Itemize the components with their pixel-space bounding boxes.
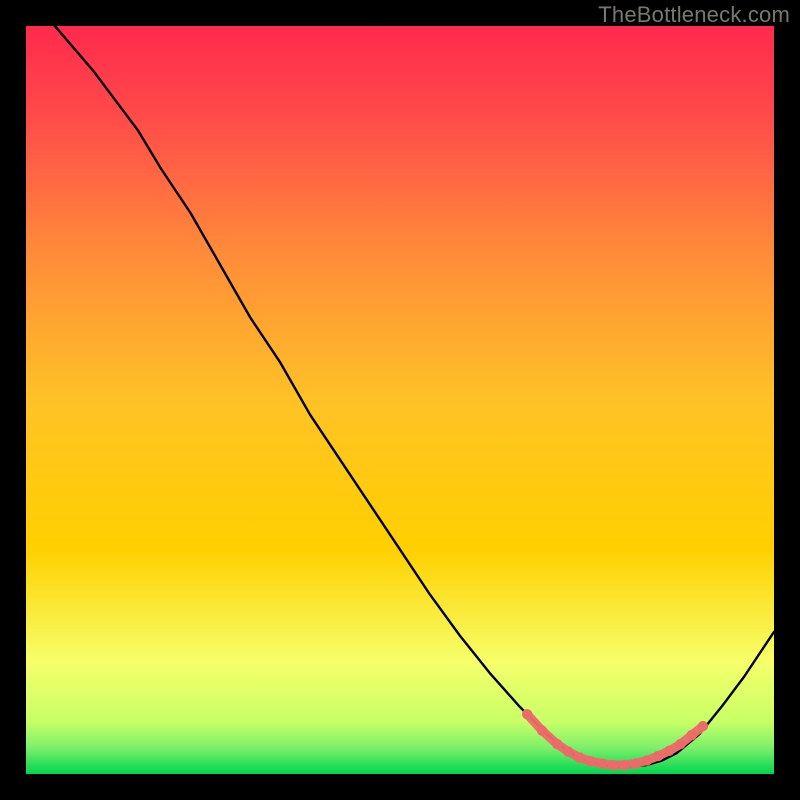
optimal-marker-dot xyxy=(642,755,652,765)
optimal-marker-dot xyxy=(653,751,663,761)
chart-container: TheBottleneck.com xyxy=(0,0,800,800)
optimal-marker-dot xyxy=(619,760,629,770)
watermark-text: TheBottleneck.com xyxy=(598,2,790,28)
chart-svg xyxy=(26,26,774,774)
optimal-marker-dot xyxy=(552,739,562,749)
optimal-marker-dot xyxy=(537,725,547,735)
plot-area xyxy=(26,26,774,774)
optimal-marker-dot xyxy=(608,760,618,770)
optimal-marker-dot xyxy=(597,758,607,768)
optimal-marker-dot xyxy=(574,752,584,762)
optimal-marker-dot xyxy=(664,746,674,756)
optimal-marker-dot xyxy=(687,730,697,740)
gradient-background xyxy=(26,26,774,774)
optimal-marker-dot xyxy=(563,746,573,756)
optimal-marker-dot xyxy=(586,756,596,766)
optimal-marker-dot xyxy=(630,758,640,768)
optimal-marker-dot xyxy=(698,721,708,731)
optimal-marker-dot xyxy=(522,709,532,719)
optimal-marker-dot xyxy=(675,739,685,749)
